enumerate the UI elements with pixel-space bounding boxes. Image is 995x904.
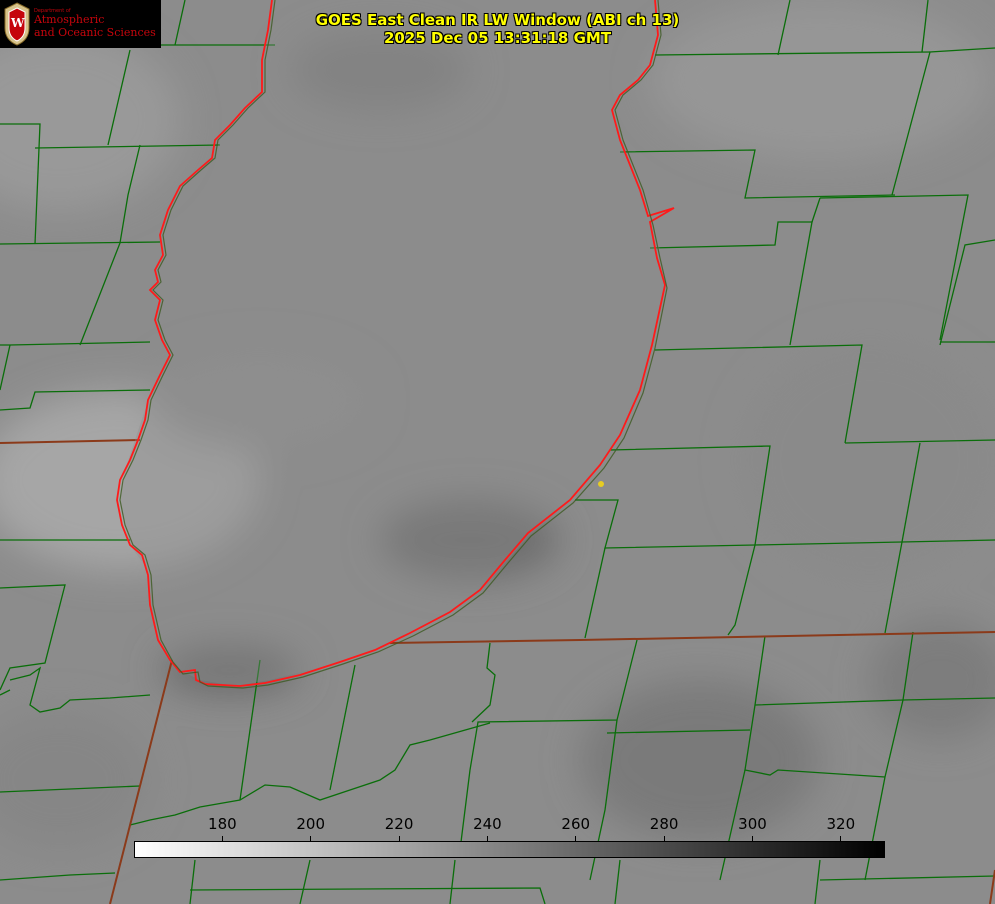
title-timestamp: 2025 Dec 05 13:31:18 GMT — [383, 29, 612, 47]
image-title: GOES East Clean IR LW Window (ABI ch 13)… — [230, 11, 765, 47]
ir-satellite-image — [0, 0, 995, 904]
satellite-map-viewer: W Department of Atmospheric and Oceanic … — [0, 0, 995, 904]
title-product: GOES East Clean IR LW Window (ABI ch 13) — [315, 11, 680, 29]
logo-line1: Atmospheric — [34, 13, 105, 26]
crest-letter: W — [11, 16, 25, 30]
station-marker — [598, 481, 604, 487]
aos-logo: W Department of Atmospheric and Oceanic … — [0, 0, 161, 48]
logo-line2: and Oceanic Sciences — [34, 26, 156, 39]
